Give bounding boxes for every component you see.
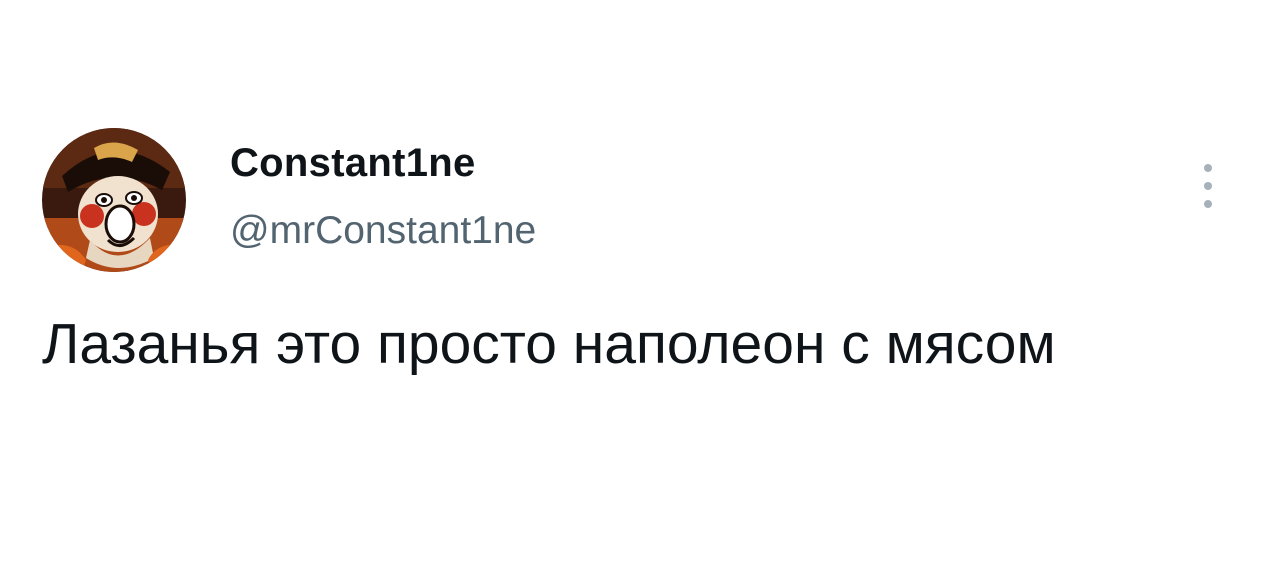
more-vertical-icon[interactable] bbox=[1196, 160, 1220, 216]
author-display-name[interactable]: Constant1ne bbox=[230, 143, 476, 183]
tweet-card: Constant1ne @mrConstant1ne Лазанья это п… bbox=[0, 0, 1280, 581]
tweet-text: Лазанья это просто наполеон с мясом bbox=[42, 312, 1056, 376]
cartoon-pirate-avatar-icon bbox=[42, 128, 186, 272]
author-handle[interactable]: @mrConstant1ne bbox=[230, 211, 536, 250]
more-dot bbox=[1204, 182, 1212, 190]
more-dot bbox=[1204, 200, 1212, 208]
more-dot bbox=[1204, 164, 1212, 172]
avatar[interactable] bbox=[42, 128, 186, 272]
